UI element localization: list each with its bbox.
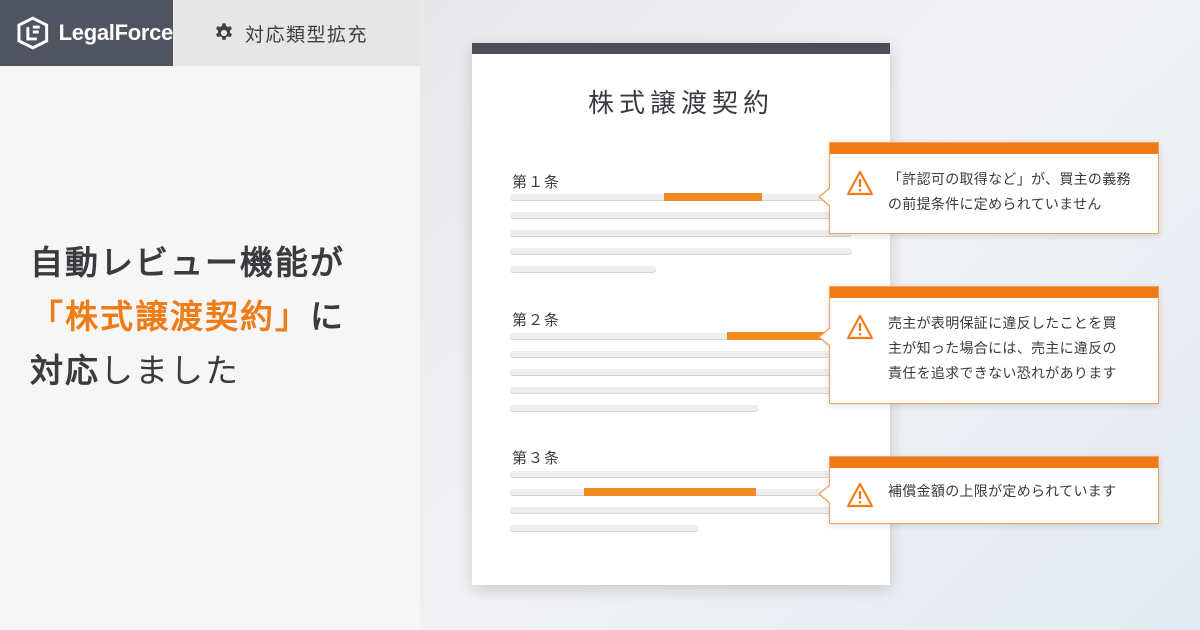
alert-line: 「許認可の取得など」が、買主の義務: [888, 172, 1131, 188]
alert-header-bar: [830, 287, 1158, 298]
review-alert-2: 売主が表明保証に違反したことを買 主が知った場合には、売主に違反の 責任を追求で…: [818, 286, 1159, 404]
alert-line: 売主が表明保証に違反したことを買: [888, 316, 1117, 332]
gear-icon: [216, 23, 232, 40]
document-header-bar: [472, 43, 890, 54]
text-line: [510, 266, 656, 272]
headline-line-1: 自動レビュー機能が: [30, 243, 345, 282]
tag-label: 対応類型拡充: [245, 23, 369, 46]
left-panel: LegalForce 対応類型拡充 自動レビュー機能が 「株式譲渡契約」に 対応…: [0, 0, 420, 630]
text-line: [510, 387, 852, 393]
alert-line: 補償金額の上限が定められています: [888, 484, 1117, 500]
document-title: 株式譲渡契約: [587, 89, 774, 119]
legalforce-logo-icon: [17, 16, 49, 50]
review-alert-3: 補償金額の上限が定められています: [818, 456, 1159, 524]
alert-line: 責任を追求できない恐れがあります: [888, 366, 1117, 382]
warning-icon: [846, 482, 874, 508]
callout-pointer: [818, 484, 831, 504]
article-heading-2: 第２条: [512, 311, 561, 329]
brand-name: LegalForce: [58, 20, 174, 45]
alert-message: 売主が表明保証に違反したことを買 主が知った場合には、売主に違反の 責任を追求で…: [888, 312, 1117, 387]
text-line: [510, 369, 852, 375]
brand-logo: LegalForce: [0, 0, 173, 66]
review-alert-1: 「許認可の取得など」が、買主の義務 の前提条件に定められていません: [818, 142, 1159, 234]
text-line: [510, 405, 758, 411]
alert-header-bar: [830, 143, 1158, 154]
article-heading-1: 第１条: [512, 173, 561, 191]
text-line: [510, 248, 852, 254]
warning-icon: [846, 170, 874, 196]
headline-line-3: 対応しました: [30, 344, 345, 398]
headline-contract-name: 「株式譲渡契約」: [30, 297, 310, 336]
headline-line-2-suffix: に: [310, 297, 345, 336]
alert-header-bar: [830, 457, 1158, 468]
text-line: [510, 507, 852, 513]
alert-line: の前提条件に定められていません: [888, 197, 1102, 213]
headline-line-3-suffix: しました: [100, 351, 240, 390]
warning-icon: [846, 314, 874, 340]
headline: 自動レビュー機能が 「株式譲渡契約」に 対応しました: [30, 236, 345, 398]
headline-line-2: 「株式譲渡契約」に: [30, 290, 345, 344]
callout-pointer: [818, 327, 831, 347]
article-heading-3: 第３条: [512, 449, 561, 467]
alert-line: 主が知った場合には、売主に違反の: [888, 341, 1117, 357]
category-tag: 対応類型拡充: [173, 0, 420, 66]
text-line: [510, 212, 852, 218]
alert-message: 補償金額の上限が定められています: [888, 480, 1116, 508]
text-line: [510, 230, 852, 236]
highlighted-clause: [584, 488, 756, 496]
highlighted-clause: [664, 193, 762, 201]
text-line: [510, 471, 852, 477]
headline-line-3-prefix: 対応: [30, 351, 100, 390]
text-line: [510, 525, 698, 531]
callout-pointer: [818, 187, 831, 207]
text-line: [510, 351, 852, 357]
alert-message: 「許認可の取得など」が、買主の義務 の前提条件に定められていません: [888, 168, 1131, 218]
